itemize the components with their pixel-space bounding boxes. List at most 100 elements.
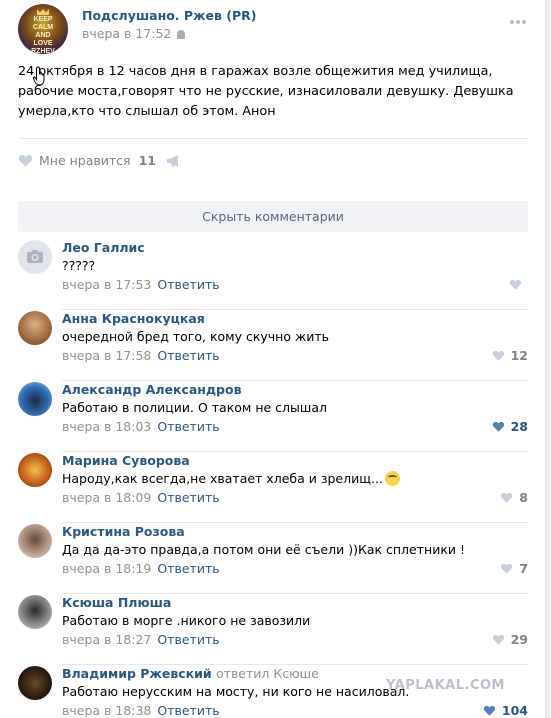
heart-icon (509, 279, 522, 290)
post-text: 24 октября в 12 часов дня в гаражах возл… (18, 64, 514, 119)
comment-meta: вчера в 18:03 Ответить (62, 419, 220, 434)
comment-text-content: ????? (62, 258, 96, 273)
comment-divider (62, 380, 528, 381)
like-count: 11 (138, 153, 156, 168)
comment-text: очередной бред того, кому скучно жить (62, 329, 329, 344)
comment-meta: вчера в 18:27 Ответить (62, 632, 220, 647)
comment-meta: вчера в 18:09 Ответить (62, 490, 220, 505)
comment-meta: вчера в 17:53 Ответить (62, 277, 220, 292)
post-card: KEEP CALM AND LOVE RZHEV Подслушано. Ржев (P… (0, 0, 546, 718)
user-avatar[interactable] (18, 666, 52, 700)
comment-time[interactable]: вчера в 18:09 (62, 490, 151, 505)
reply-link[interactable]: Ответить (157, 277, 219, 292)
comment-author-link[interactable]: Кристина Розова (62, 524, 185, 539)
comment-text: ????? (62, 258, 95, 273)
comment-like-button[interactable]: 29 (492, 632, 528, 647)
comment-author-name: Анна Краснокуцкая (62, 311, 205, 326)
comment-text-content: Да да да-это правда,а потом они её съели… (62, 542, 465, 557)
comment-like-count: 104 (501, 703, 528, 718)
comment-divider (62, 451, 528, 452)
comment-time[interactable]: вчера в 17:58 (62, 348, 151, 363)
comment-item: Кристина Розова Да да да-это правда,а пот… (18, 524, 528, 594)
reply-link[interactable]: Ответить (157, 419, 219, 434)
comment-like-button[interactable]: 8 (500, 490, 528, 505)
comment-author-link[interactable]: Марина Суворова (62, 453, 190, 468)
comment-author-name: Кристина Розова (62, 524, 185, 539)
reply-to-text[interactable]: ответил Ксюше (216, 666, 319, 681)
post-actions: Мне нравится 11 (18, 151, 528, 171)
comment-time[interactable]: вчера в 18:19 (62, 561, 151, 576)
comment-like-count: 12 (510, 348, 528, 363)
comment-author-link[interactable]: Владимир Ржевский ответил Ксюше (62, 666, 319, 681)
user-avatar[interactable] (18, 595, 52, 629)
comment-divider (62, 664, 528, 665)
heart-icon (492, 634, 504, 645)
comment-author-link[interactable]: Ксюша Плюша (62, 595, 171, 610)
user-avatar[interactable] (18, 311, 52, 345)
comment-meta: вчера в 17:58 Ответить (62, 348, 220, 363)
comment-like-count: 7 (519, 561, 528, 576)
avatar-logo-text: KEEP CALM AND LOVE RZHEV (31, 16, 55, 54)
comment-text: Народу,как всегда,не хватает хлеба и зре… (62, 471, 400, 486)
reply-link[interactable]: Ответить (157, 703, 219, 718)
comment-author-link[interactable]: Лео Галлис (62, 240, 145, 255)
comment-like-button[interactable]: 12 (492, 348, 528, 363)
group-name-link[interactable]: Подслушано. Ржев (PR) (82, 8, 256, 23)
heart-icon (483, 705, 496, 716)
more-options-icon[interactable] (510, 12, 528, 24)
post-divider (18, 138, 528, 139)
comment-meta: вчера в 18:38 Ответить (62, 703, 220, 718)
comment-time[interactable]: вчера в 18:27 (62, 632, 151, 647)
comment-like-button[interactable] (509, 277, 528, 292)
comment-like-count: 28 (510, 419, 528, 434)
post-header: KEEP CALM AND LOVE RZHEV Подслушано. Ржев (P… (18, 4, 528, 54)
comment-like-button[interactable]: 28 (492, 419, 528, 434)
comment-text-content: Народу,как всегда,не хватает хлеба и зре… (62, 471, 383, 486)
comment-item: Марина Суворова Народу,как всегда,не хват… (18, 453, 528, 523)
watermark: YAPLAKAL.COM (386, 678, 505, 693)
group-avatar[interactable]: KEEP CALM AND LOVE RZHEV (18, 4, 68, 54)
user-avatar[interactable] (18, 453, 52, 487)
comment-divider (62, 593, 528, 594)
hide-comments-button[interactable]: Скрыть комментарии (18, 201, 528, 232)
user-avatar[interactable] (18, 524, 52, 558)
comment-time[interactable]: вчера в 17:53 (62, 277, 151, 292)
camera-icon (27, 250, 43, 263)
like-label: Мне нравится (39, 153, 131, 168)
reply-link[interactable]: Ответить (157, 561, 219, 576)
heart-icon (492, 350, 504, 361)
comment-like-button[interactable]: 104 (483, 703, 528, 718)
comment-author-name: Владимир Ржевский (62, 666, 212, 681)
heart-icon (18, 155, 33, 167)
post-time-text: вчера в 17:52 (82, 26, 172, 41)
comment-text: Работаю нерусским на мосту, ни кого не н… (62, 684, 409, 699)
comment-author-name: Ксюша Плюша (62, 595, 172, 610)
comment-item: Анна Краснокуцкая очередной бред того, ко… (18, 311, 528, 381)
comment-meta: вчера в 18:19 Ответить (62, 561, 220, 576)
comment-like-button[interactable]: 7 (500, 561, 528, 576)
reply-link[interactable]: Ответить (157, 348, 219, 363)
megaphone-share-icon[interactable] (166, 154, 182, 168)
comment-time[interactable]: вчера в 18:38 (62, 703, 151, 718)
smile-emoji-icon (384, 471, 400, 486)
heart-icon (492, 421, 504, 432)
like-button[interactable]: Мне нравится 11 (18, 151, 156, 171)
comment-text: Работаю в полиции. О таком не слышал (62, 400, 327, 415)
comment-author-link[interactable]: Александр Александров (62, 382, 241, 397)
default-avatar[interactable] (18, 240, 52, 274)
reply-link[interactable]: Ответить (157, 490, 219, 505)
comment-text-content: очередной бред того, кому скучно жить (62, 329, 329, 344)
post-time[interactable]: вчера в 17:52 (82, 26, 186, 41)
comment-text-content: Работаю в полиции. О таком не слышал (62, 400, 327, 415)
comment-time[interactable]: вчера в 18:03 (62, 419, 151, 434)
comment-text: Да да да-это правда,а потом они её съели… (62, 542, 465, 557)
comment-text-content: Работаю нерусским на мосту, ни кого не н… (62, 684, 410, 699)
user-avatar[interactable] (18, 382, 52, 416)
reply-link[interactable]: Ответить (157, 632, 219, 647)
comment-author-name: Лео Галлис (62, 240, 145, 255)
comment-author-link[interactable]: Анна Краснокуцкая (62, 311, 205, 326)
heart-icon (501, 563, 513, 574)
comment-item: Александр Александров Работаю в полиции. … (18, 382, 528, 452)
heart-icon (501, 492, 513, 503)
android-icon (177, 30, 186, 39)
